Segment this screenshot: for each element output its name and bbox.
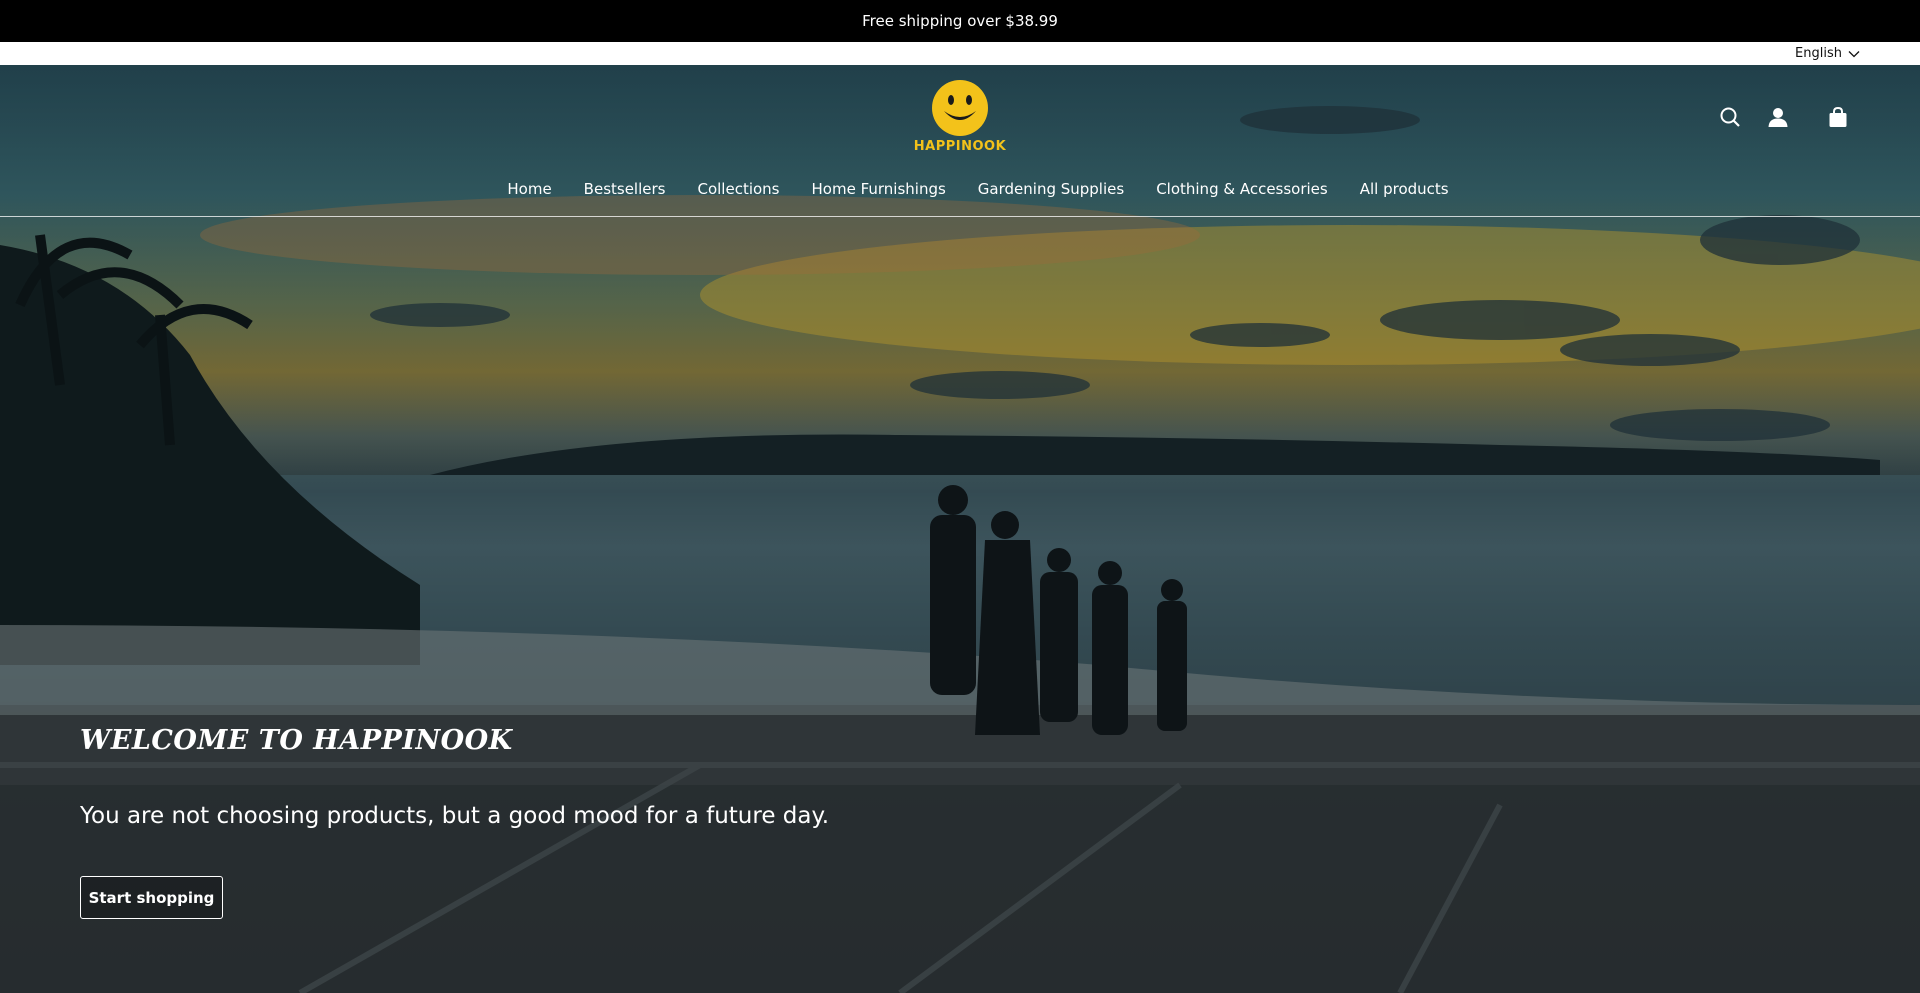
header-icons <box>1718 105 1850 129</box>
search-button[interactable] <box>1718 105 1742 129</box>
nav-item-collections[interactable]: Collections <box>697 180 779 204</box>
language-label: English <box>1795 46 1842 61</box>
start-shopping-button[interactable]: Start shopping <box>80 876 223 919</box>
hero-subtitle: You are not choosing products, but a goo… <box>80 803 830 829</box>
nav-item-all-products[interactable]: All products <box>1360 180 1449 204</box>
hero-title: WELCOME TO HAPPINOOK <box>80 725 513 756</box>
logo[interactable]: HAPPINOOK <box>910 79 1010 155</box>
nav-item-bestsellers[interactable]: ​Bestsellers <box>584 180 666 204</box>
cart-button[interactable] <box>1826 105 1850 129</box>
nav-item-home[interactable]: Home <box>507 180 551 204</box>
nav-item-home-furnishings[interactable]: Home Furnishings <box>812 180 946 204</box>
smiley-logo-icon <box>932 80 988 136</box>
nav-item-clothing-accessories[interactable]: Clothing & Accessories <box>1156 180 1328 204</box>
chevron-down-icon <box>1848 50 1860 57</box>
search-icon <box>1720 107 1740 127</box>
site-header: HAPPINOOK Home ​Bestsellers Collections … <box>0 65 1920 217</box>
account-button[interactable] <box>1766 105 1790 129</box>
cart-icon <box>1829 106 1847 127</box>
nav-item-gardening-supplies[interactable]: Gardening Supplies <box>978 180 1124 204</box>
language-selector[interactable]: English <box>1795 42 1860 65</box>
announcement-text: Free shipping over $38.99 <box>862 12 1058 30</box>
account-icon <box>1768 108 1788 127</box>
language-bar: English <box>0 42 1920 65</box>
announcement-bar: Free shipping over $38.99 <box>0 0 1920 42</box>
logo-text: HAPPINOOK <box>913 139 1007 154</box>
main-nav: Home ​Bestsellers Collections Home Furni… <box>0 180 1920 204</box>
